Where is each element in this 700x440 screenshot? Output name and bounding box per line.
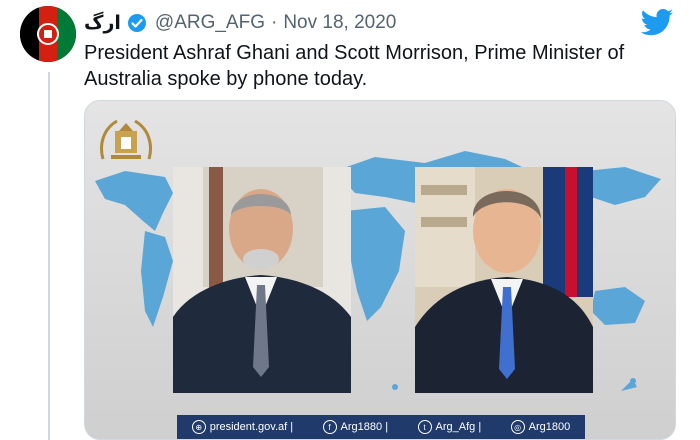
footer-label: Arg_Afg | <box>435 421 482 433</box>
footer-label: Arg1800 <box>528 421 571 433</box>
footer-item-website: ⊕ president.gov.af | <box>191 420 294 434</box>
footer-item-twitter: t Arg_Afg | <box>417 420 482 434</box>
footer-label: Arg1880 | <box>340 421 389 433</box>
tweet-date[interactable]: Nov 18, 2020 <box>283 12 396 34</box>
afghan-emblem-icon <box>97 115 155 167</box>
instagram-icon: ◎ <box>510 420 525 434</box>
footer-item-facebook: f Arg1880 | <box>322 420 389 434</box>
handle[interactable]: @ARG_AFG <box>155 12 265 34</box>
photo-ashraf-ghani <box>173 167 351 393</box>
tweet-image[interactable]: ⊕ president.gov.af | f Arg1880 | t Arg_A… <box>84 100 676 440</box>
avatar[interactable] <box>20 6 76 62</box>
thread-line <box>48 72 50 440</box>
photo-scott-morrison <box>415 167 593 393</box>
footer-label: president.gov.af | <box>209 421 294 433</box>
tweet-text: President Ashraf Ghani and Scott Morriso… <box>84 42 625 90</box>
twitter-icon: t <box>417 420 432 434</box>
footer-item-instagram: ◎ Arg1800 <box>510 420 571 434</box>
tweet-header: ارگ @ARG_AFG · Nov 18, 2020 <box>84 10 396 36</box>
display-name[interactable]: ارگ <box>84 12 121 35</box>
tweet-card[interactable]: ارگ @ARG_AFG · Nov 18, 2020 President As… <box>0 0 700 440</box>
twitter-logo-icon[interactable] <box>640 8 674 38</box>
image-footer: ⊕ president.gov.af | f Arg1880 | t Arg_A… <box>177 415 585 439</box>
verified-badge-icon <box>127 13 147 33</box>
globe-icon: ⊕ <box>191 420 206 434</box>
separator-dot: · <box>271 12 278 33</box>
facebook-icon: f <box>322 420 337 434</box>
